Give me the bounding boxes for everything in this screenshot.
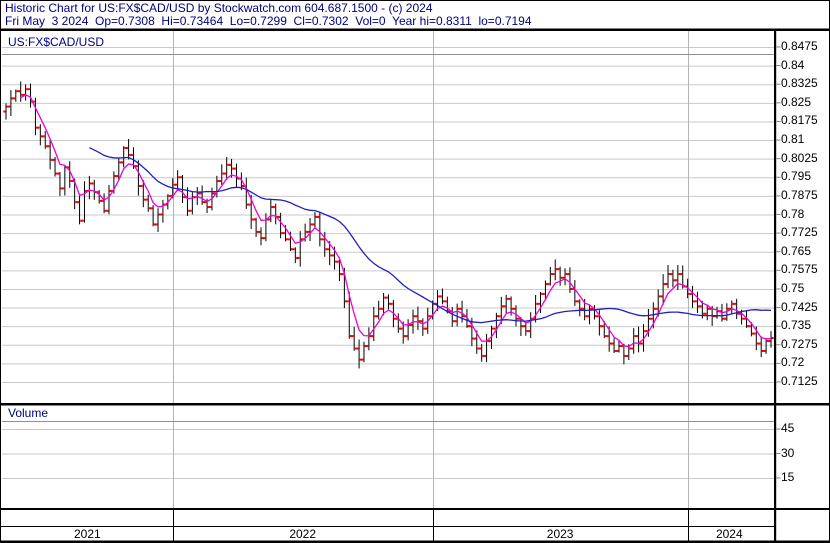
- stockwatch-chart-window: Historic Chart for US:FX$CAD/USD by Stoc…: [0, 0, 830, 543]
- price-axis-label: 0.81: [781, 132, 805, 147]
- price-axis-label: 0.7275: [781, 336, 818, 351]
- volume-axis-label: 30: [781, 445, 795, 460]
- year-label: 2021: [74, 527, 101, 541]
- price-axis-label: 0.8475: [781, 39, 818, 53]
- price-gridlines: [2, 47, 774, 383]
- year-label: 2022: [289, 527, 317, 541]
- axis-ticks: [776, 46, 781, 479]
- ma-long-line: [89, 147, 772, 324]
- ohlc-bars: [3, 81, 774, 369]
- price-pane-title: US:FX$CAD/USD: [8, 35, 105, 49]
- price-axis-label: 0.7575: [781, 262, 818, 277]
- frame-borders: [1, 28, 829, 542]
- price-axis-label: 0.765: [781, 243, 812, 258]
- price-axis-label: 0.7725: [781, 225, 818, 240]
- price-axis-label: 0.8325: [781, 76, 818, 91]
- volume-axis-label: 15: [781, 470, 795, 484]
- pane-title-separators: [2, 54, 774, 422]
- volume-gridlines: [2, 429, 774, 479]
- price-axis-label: 0.7125: [781, 374, 818, 388]
- year-dividers: [173, 31, 689, 541]
- year-label: 2024: [715, 527, 743, 541]
- price-axis-label: 0.75: [781, 280, 805, 295]
- year-label: 2023: [546, 527, 574, 541]
- price-axis-label: 0.72: [781, 355, 805, 370]
- price-axis-label: 0.84: [781, 57, 805, 72]
- price-axis-label: 0.795: [781, 169, 812, 184]
- price-axis-label: 0.7425: [781, 299, 818, 314]
- chart-canvas: [1, 28, 829, 542]
- price-axis-label: 0.735: [781, 318, 812, 333]
- price-axis-label: 0.825: [781, 94, 812, 109]
- price-axis-label: 0.8025: [781, 150, 818, 165]
- price-axis-label: 0.78: [781, 206, 805, 221]
- price-axis-label: 0.8175: [781, 113, 818, 128]
- volume-axis-label: 45: [781, 421, 795, 435]
- price-axis-label: 0.7875: [781, 187, 818, 202]
- volume-pane-title: Volume: [8, 406, 49, 420]
